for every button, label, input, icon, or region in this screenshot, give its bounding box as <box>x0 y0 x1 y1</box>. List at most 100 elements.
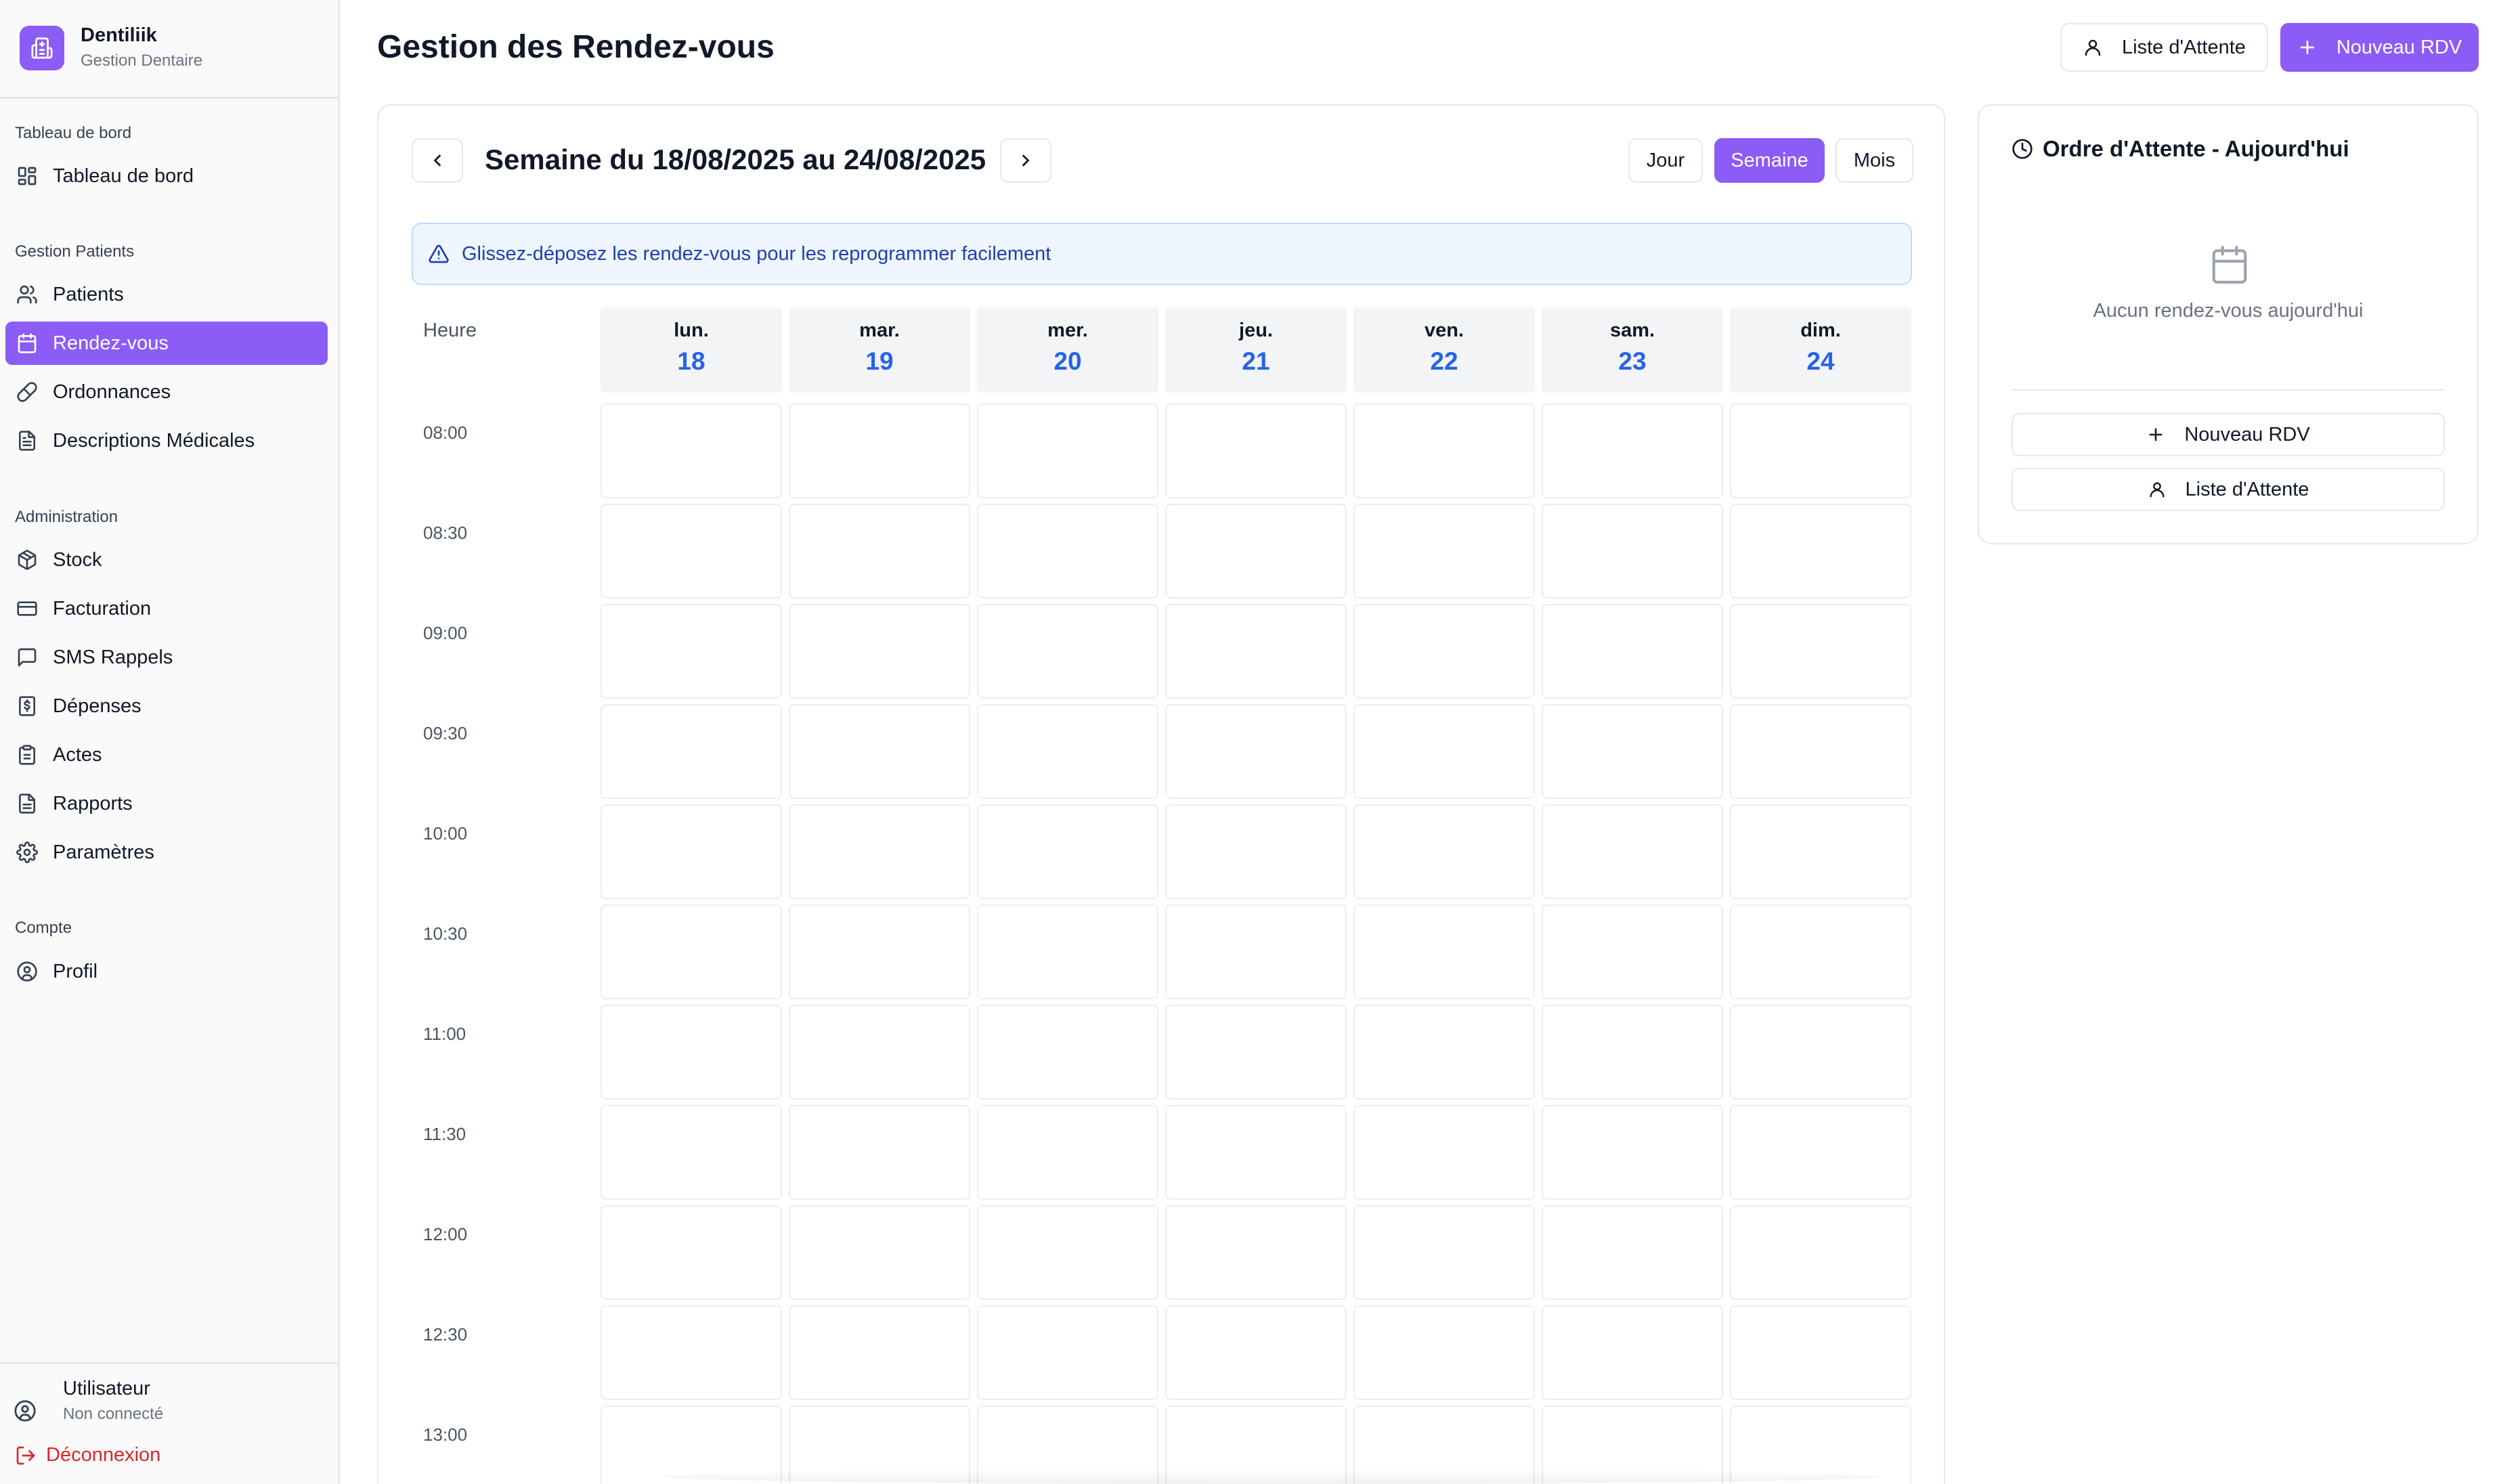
time-slot[interactable] <box>1542 904 1723 999</box>
time-slot[interactable] <box>977 1305 1158 1400</box>
time-slot[interactable] <box>1730 504 1911 598</box>
time-slot[interactable] <box>601 804 782 899</box>
sidebar-item-reports[interactable]: Rapports <box>5 782 328 825</box>
sidebar-item-profile[interactable]: Profil <box>5 950 328 993</box>
time-slot[interactable] <box>789 604 970 699</box>
time-slot[interactable] <box>1730 904 1911 999</box>
time-slot[interactable] <box>1730 804 1911 899</box>
time-slot[interactable] <box>1165 604 1347 699</box>
time-slot[interactable] <box>1165 804 1347 899</box>
next-week-button[interactable] <box>1000 138 1051 183</box>
time-slot[interactable] <box>1353 604 1535 699</box>
time-slot[interactable] <box>601 504 782 598</box>
time-slot[interactable] <box>1542 804 1723 899</box>
time-slot[interactable] <box>1730 1305 1911 1400</box>
sidebar-item-prescriptions[interactable]: Ordonnances <box>5 370 328 414</box>
time-slot[interactable] <box>789 1005 970 1099</box>
time-slot[interactable] <box>789 1305 970 1400</box>
time-slot[interactable] <box>601 1305 782 1400</box>
waitlist-list-button[interactable]: Liste d'Attente <box>2012 468 2445 511</box>
time-slot[interactable] <box>1542 604 1723 699</box>
time-slot[interactable] <box>789 704 970 799</box>
sidebar-item-patients[interactable]: Patients <box>5 273 328 316</box>
section-label-patients: Gestion Patients <box>15 242 135 261</box>
time-slot[interactable] <box>1165 1005 1347 1099</box>
time-slot[interactable] <box>1165 1205 1347 1300</box>
time-slot[interactable] <box>789 403 970 498</box>
time-slot[interactable] <box>601 704 782 799</box>
sidebar-item-sms-reminders[interactable]: SMS Rappels <box>5 636 328 679</box>
time-slot[interactable] <box>789 1105 970 1200</box>
time-slot[interactable] <box>1542 1105 1723 1200</box>
time-slot[interactable] <box>1165 704 1347 799</box>
logout-button[interactable]: Déconnexion <box>15 1444 160 1466</box>
waitlist-new-appointment-button[interactable]: Nouveau RDV <box>2012 413 2445 456</box>
sidebar-item-appointments[interactable]: Rendez-vous <box>5 322 328 365</box>
time-slot[interactable] <box>1353 1105 1535 1200</box>
time-slot[interactable] <box>1542 403 1723 498</box>
time-slot[interactable] <box>1353 1305 1535 1400</box>
time-slot[interactable] <box>1730 1005 1911 1099</box>
time-slot[interactable] <box>1353 704 1535 799</box>
sidebar-item-expenses[interactable]: Dépenses <box>5 684 328 728</box>
time-slot[interactable] <box>601 604 782 699</box>
view-month-button[interactable]: Mois <box>1835 138 1913 183</box>
sidebar-item-dashboard[interactable]: Tableau de bord <box>5 154 328 198</box>
calendar-empty-icon <box>2212 246 2247 284</box>
time-slot[interactable] <box>1542 1005 1723 1099</box>
time-slot[interactable] <box>789 904 970 999</box>
time-label: 11:30 <box>423 1124 466 1144</box>
time-slot[interactable] <box>977 403 1158 498</box>
day-name: mar. <box>859 320 900 341</box>
time-slot[interactable] <box>1730 1205 1911 1300</box>
time-slot[interactable] <box>601 1205 782 1300</box>
time-slot[interactable] <box>977 804 1158 899</box>
time-slot[interactable] <box>789 504 970 598</box>
time-slot[interactable] <box>1165 904 1347 999</box>
time-slot[interactable] <box>1353 804 1535 899</box>
time-slot[interactable] <box>1730 403 1911 498</box>
time-slot[interactable] <box>977 904 1158 999</box>
time-slot[interactable] <box>789 804 970 899</box>
time-slot[interactable] <box>1165 1105 1347 1200</box>
time-slot[interactable] <box>1353 504 1535 598</box>
time-slot[interactable] <box>1353 1005 1535 1099</box>
time-slot[interactable] <box>1730 704 1911 799</box>
sidebar-item-stock[interactable]: Stock <box>5 538 328 582</box>
time-slot[interactable] <box>601 904 782 999</box>
time-slot[interactable] <box>1353 1205 1535 1300</box>
time-slot[interactable] <box>789 1205 970 1300</box>
view-day-button[interactable]: Jour <box>1628 138 1703 183</box>
time-slot[interactable] <box>601 403 782 498</box>
time-label: 08:30 <box>423 523 468 543</box>
time-slot[interactable] <box>977 1005 1158 1099</box>
time-slot[interactable] <box>601 1005 782 1099</box>
time-slot[interactable] <box>1165 1305 1347 1400</box>
time-slot[interactable] <box>977 604 1158 699</box>
time-slot[interactable] <box>977 1205 1158 1300</box>
waitlist-button[interactable]: Liste d'Attente <box>2060 23 2268 72</box>
time-slot[interactable] <box>1542 704 1723 799</box>
time-slot[interactable] <box>1730 604 1911 699</box>
time-slot[interactable] <box>1353 403 1535 498</box>
sidebar-item-settings[interactable]: Paramètres <box>5 831 328 874</box>
time-slot[interactable] <box>1542 504 1723 598</box>
time-slot[interactable] <box>977 1105 1158 1200</box>
sidebar-item-medical-descriptions[interactable]: Descriptions Médicales <box>5 419 328 462</box>
brand-subtitle: Gestion Dentaire <box>81 51 203 70</box>
time-slot[interactable] <box>1542 1305 1723 1400</box>
time-slot[interactable] <box>1353 904 1535 999</box>
time-slot[interactable] <box>1165 403 1347 498</box>
time-slot[interactable] <box>977 504 1158 598</box>
time-slot[interactable] <box>977 704 1158 799</box>
time-slot[interactable] <box>1165 504 1347 598</box>
time-slot[interactable] <box>601 1105 782 1200</box>
new-appointment-button[interactable]: Nouveau RDV <box>2280 23 2479 72</box>
sidebar-item-billing[interactable]: Facturation <box>5 587 328 630</box>
time-slot[interactable] <box>1542 1205 1723 1300</box>
sidebar-item-procedures[interactable]: Actes <box>5 733 328 777</box>
previous-week-button[interactable] <box>412 138 463 183</box>
alert-text: Glissez-déposez les rendez-vous pour les… <box>462 242 1051 265</box>
time-slot[interactable] <box>1730 1105 1911 1200</box>
view-week-button[interactable]: Semaine <box>1714 138 1825 183</box>
